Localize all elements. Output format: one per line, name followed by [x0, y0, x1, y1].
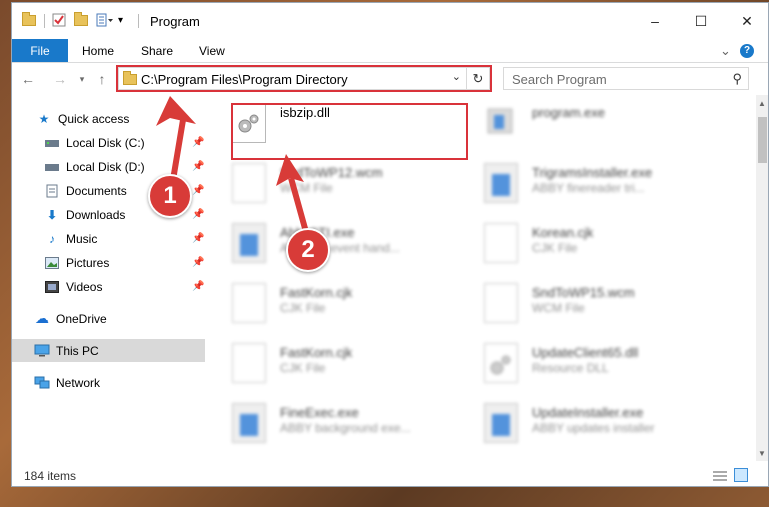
- arrow-1: [170, 119, 186, 181]
- step-2-badge: 2: [286, 228, 330, 272]
- annotation-arrows: [156, 96, 309, 233]
- arrow-2: [288, 177, 309, 233]
- step-1-badge: 1: [148, 174, 192, 218]
- arrow-1-head: [156, 96, 196, 126]
